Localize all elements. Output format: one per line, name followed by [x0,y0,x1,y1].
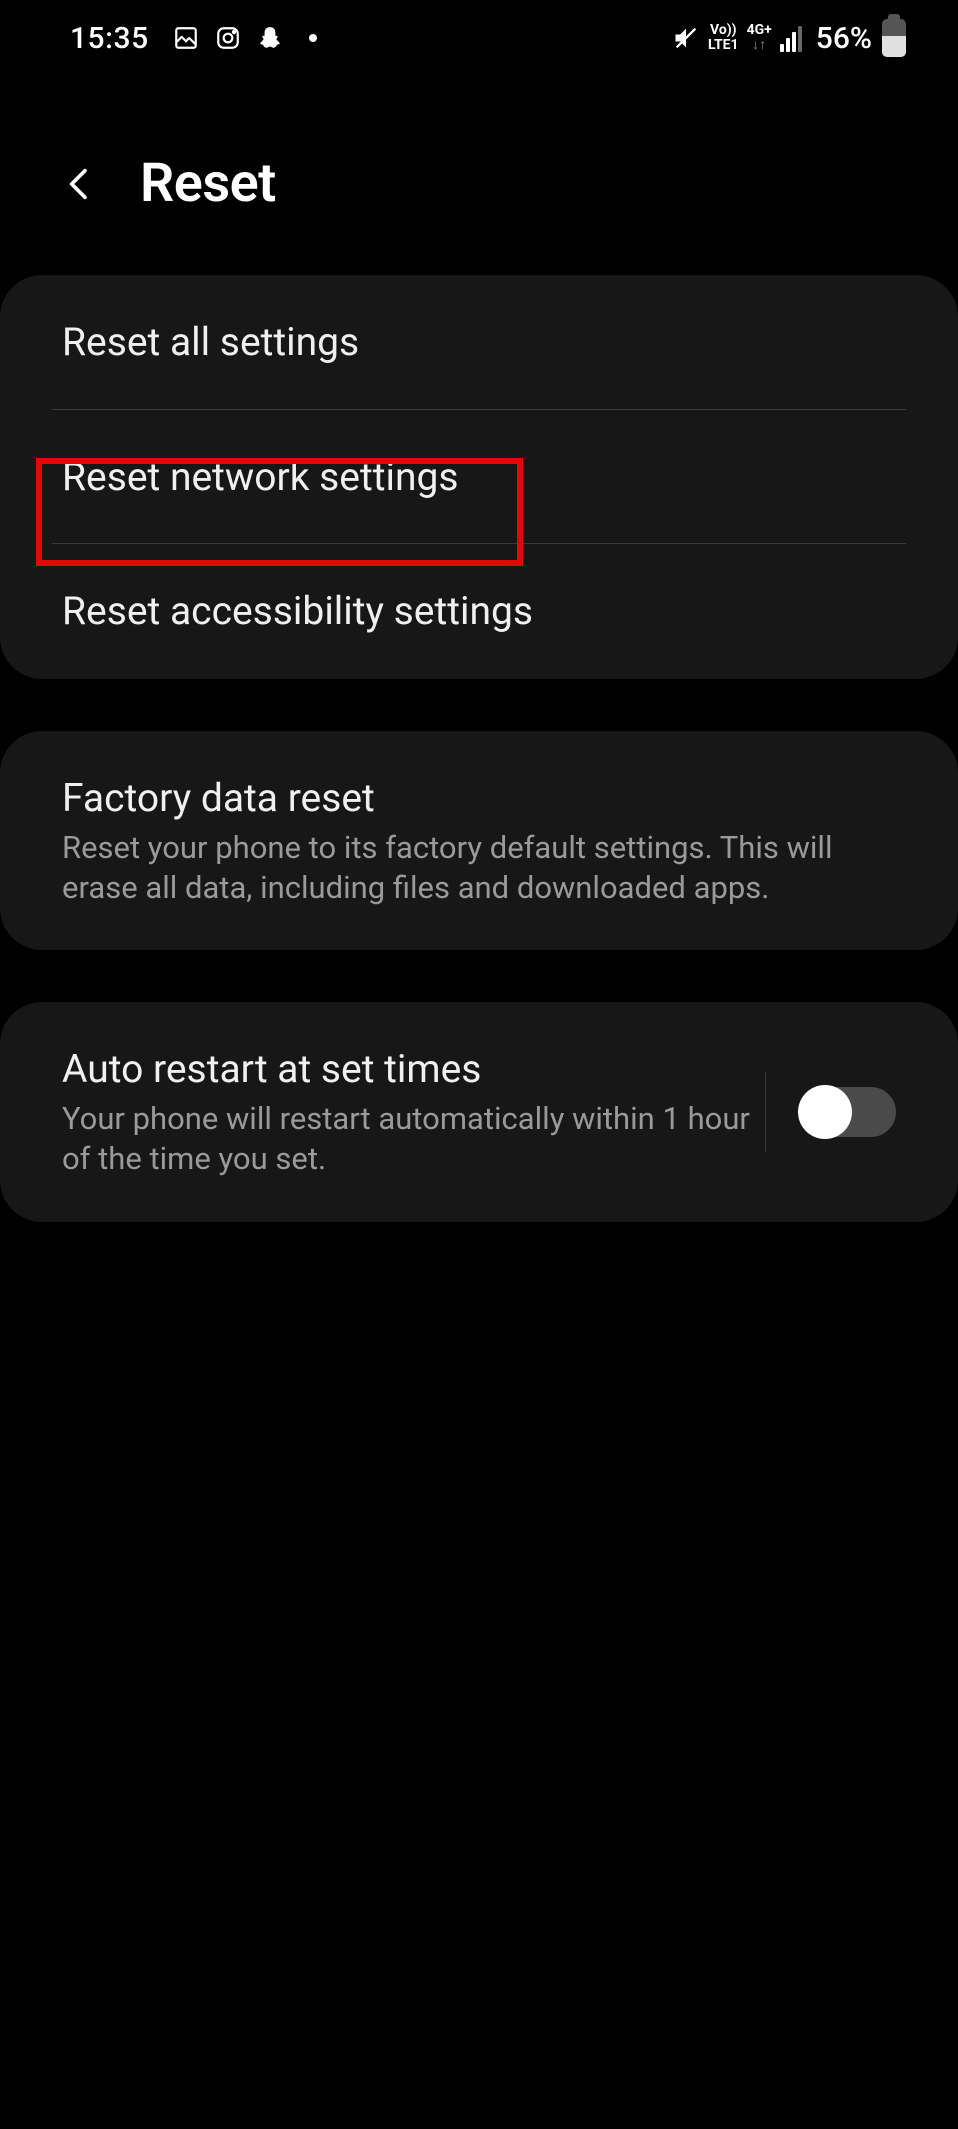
page-title: Reset [140,152,276,215]
factory-data-reset-item[interactable]: Factory data reset Reset your phone to i… [0,731,958,950]
more-notifications-dot-icon [309,34,317,42]
item-title: Factory data reset [62,773,896,824]
item-title: Reset accessibility settings [62,586,896,637]
toggle-knob-icon [798,1085,852,1139]
status-left: 15:35 [70,21,317,56]
item-subtitle: Your phone will restart automatically wi… [62,1099,755,1180]
status-bar: 15:35 Vo)) LTE1 4G+ ↓↑ 56% [0,0,958,72]
battery-icon [882,19,906,57]
auto-restart-item[interactable]: Auto restart at set times Your phone wil… [0,1002,958,1221]
battery-percentage: 56% [816,21,872,56]
page-header: Reset [0,72,958,275]
instagram-icon [215,25,241,51]
status-time: 15:35 [70,21,149,56]
item-subtitle: Reset your phone to its factory default … [62,828,896,909]
toggle-divider [765,1072,766,1152]
factory-reset-card: Factory data reset Reset your phone to i… [0,731,958,950]
reset-network-settings-item[interactable]: Reset network settings [0,410,958,545]
reset-accessibility-settings-item[interactable]: Reset accessibility settings [0,544,958,679]
data-indicator: 4G+ ↓↑ [747,23,772,53]
item-title: Reset all settings [62,317,896,368]
toggle-text: Auto restart at set times Your phone wil… [62,1044,755,1179]
volte-indicator: Vo)) LTE1 [708,23,739,53]
item-title: Auto restart at set times [62,1044,755,1095]
auto-restart-toggle[interactable] [800,1087,896,1137]
gallery-icon [173,25,199,51]
mute-icon [672,24,700,52]
status-right: Vo)) LTE1 4G+ ↓↑ 56% [672,19,906,57]
reset-all-settings-item[interactable]: Reset all settings [0,275,958,410]
item-title: Reset network settings [62,452,896,503]
reset-options-card: Reset all settings Reset network setting… [0,275,958,679]
auto-restart-card: Auto restart at set times Your phone wil… [0,1002,958,1221]
back-icon[interactable] [60,164,100,204]
snapchat-icon [257,24,283,52]
signal-icon [780,24,802,52]
